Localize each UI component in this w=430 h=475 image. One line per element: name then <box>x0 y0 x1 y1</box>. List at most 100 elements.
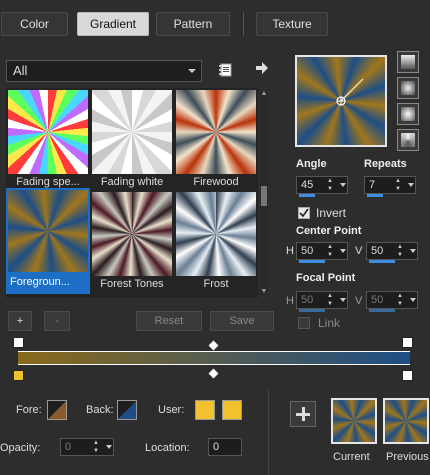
angle-value: 45 <box>301 179 314 191</box>
gradient-swatch[interactable]: Fading spe... <box>8 90 88 190</box>
gradient-thumbnail <box>8 190 88 272</box>
link-checkbox[interactable] <box>298 317 310 329</box>
remove-gradient-button[interactable]: - <box>44 311 70 331</box>
divider <box>268 390 269 475</box>
gradient-scrollbar[interactable]: ▲ ▼ <box>260 90 268 296</box>
scroll-down-icon[interactable]: ▼ <box>260 288 268 296</box>
sunburst-style-button[interactable] <box>397 129 419 151</box>
opacity-input[interactable]: 0 ▲ ▼ <box>60 438 114 456</box>
opacity-label: Opacity: <box>0 442 41 454</box>
spinner-icon[interactable]: ▲ ▼ <box>91 439 101 455</box>
gradient-grid: Fading spe... Fading white Firewood Fore… <box>6 88 258 298</box>
focal-h-input[interactable]: 50 ▲ ▼ <box>296 291 348 312</box>
center-v-slider[interactable] <box>369 260 395 263</box>
gradient-thumbnail <box>92 90 172 174</box>
library-icon <box>219 63 232 77</box>
chevron-down-icon[interactable] <box>106 445 112 449</box>
spinner-icon[interactable]: ▲ ▼ <box>393 177 403 193</box>
color-midpoint[interactable] <box>208 368 219 379</box>
top-left-opacity-stop[interactable] <box>13 337 24 348</box>
gradient-label: Firewood <box>193 176 239 188</box>
spinner-icon[interactable]: ▲ ▼ <box>395 243 405 259</box>
rectangular-style-button[interactable] <box>397 77 419 99</box>
invert-checkbox[interactable] <box>298 207 310 219</box>
user-label: User: <box>158 404 185 416</box>
current-gradient-thumbnail <box>333 400 375 442</box>
gradient-swatch[interactable]: Firewood <box>176 90 256 190</box>
add-to-library-button[interactable] <box>290 401 316 427</box>
gradient-swatch[interactable]: Forest Tones <box>92 192 172 292</box>
angle-input[interactable]: 45 ▲ ▼ <box>296 176 348 197</box>
chevron-down-icon <box>188 69 196 73</box>
bottom-left-color-stop[interactable] <box>13 370 24 381</box>
spinner-icon[interactable]: ▲ ▼ <box>325 292 335 308</box>
tab-color[interactable]: Color <box>1 12 68 36</box>
focal-h-value: 50 <box>301 294 314 306</box>
spinner-icon[interactable]: ▲ ▼ <box>325 177 335 193</box>
export-button[interactable] <box>251 57 273 79</box>
chevron-down-icon[interactable] <box>410 298 416 302</box>
center-h-value: 50 <box>301 245 314 257</box>
focal-h-slider[interactable] <box>299 309 325 312</box>
linear-icon <box>401 55 415 69</box>
previous-gradient-swatch[interactable] <box>383 398 429 444</box>
chevron-down-icon[interactable] <box>340 183 346 187</box>
opacity-value: 0 <box>65 441 72 453</box>
gradient-swatch[interactable]: Frost <box>176 192 256 292</box>
repeats-value: 7 <box>369 179 376 191</box>
fore-color-swatch[interactable] <box>47 400 67 420</box>
tab-pattern[interactable]: Pattern <box>156 12 230 36</box>
focal-v-slider[interactable] <box>369 309 395 312</box>
angle-slider[interactable] <box>299 194 315 197</box>
arrow-right-icon <box>256 62 268 74</box>
top-right-opacity-stop[interactable] <box>402 337 413 348</box>
angle-handle-icon[interactable] <box>297 57 385 145</box>
category-dropdown[interactable]: All <box>6 60 202 82</box>
fore-label: Fore: <box>16 404 42 416</box>
radial-style-button[interactable] <box>397 103 419 125</box>
spinner-icon[interactable]: ▲ ▼ <box>395 292 405 308</box>
save-button[interactable]: Save <box>210 311 274 331</box>
rectangular-icon <box>401 81 415 95</box>
chevron-down-icon[interactable] <box>408 183 414 187</box>
repeats-input[interactable]: 7 ▲ ▼ <box>364 176 416 197</box>
center-v-input[interactable]: 50 ▲ ▼ <box>366 242 418 263</box>
user-color-swatch[interactable] <box>195 400 215 420</box>
scroll-thumb[interactable] <box>261 186 267 206</box>
tab-divider <box>243 12 244 36</box>
sunburst-icon <box>401 133 415 147</box>
gradient-label: Frost <box>203 278 229 290</box>
chevron-down-icon[interactable] <box>340 298 346 302</box>
linear-style-button[interactable] <box>397 51 419 73</box>
scroll-up-icon[interactable]: ▲ <box>260 90 268 98</box>
chevron-down-icon[interactable] <box>340 249 346 253</box>
back-label: Back: <box>86 404 114 416</box>
library-button[interactable] <box>216 59 238 81</box>
location-input[interactable]: 0 <box>208 438 242 456</box>
back-color-swatch[interactable] <box>117 400 137 420</box>
gradient-swatch[interactable]: Fading white <box>92 90 172 190</box>
tab-gradient[interactable]: Gradient <box>77 12 149 36</box>
bottom-right-color-stop[interactable] <box>402 370 413 381</box>
location-label: Location: <box>145 442 190 454</box>
focal-point-label: Focal Point <box>296 272 356 284</box>
repeats-slider[interactable] <box>367 194 383 197</box>
center-h-input[interactable]: 50 ▲ ▼ <box>296 242 348 263</box>
center-point-label: Center Point <box>296 225 362 237</box>
focal-v-input[interactable]: 50 ▲ ▼ <box>366 291 418 312</box>
tab-texture[interactable]: Texture <box>256 12 328 36</box>
gradient-bar[interactable] <box>18 351 410 365</box>
current-gradient-swatch[interactable] <box>331 398 377 444</box>
center-h-label: H <box>286 245 294 257</box>
spinner-icon[interactable]: ▲ ▼ <box>325 243 335 259</box>
reset-button[interactable]: Reset <box>136 311 202 331</box>
center-v-value: 50 <box>371 245 384 257</box>
gradient-swatch-selected[interactable]: Foregroun... <box>6 188 90 294</box>
add-gradient-button[interactable]: + <box>8 311 32 331</box>
center-h-slider[interactable] <box>299 260 325 263</box>
user-color-swatch[interactable] <box>222 400 242 420</box>
chevron-down-icon[interactable] <box>410 249 416 253</box>
opacity-midpoint[interactable] <box>208 340 219 351</box>
gradient-label: Fading spe... <box>16 176 80 188</box>
gradient-preview[interactable] <box>295 55 387 147</box>
